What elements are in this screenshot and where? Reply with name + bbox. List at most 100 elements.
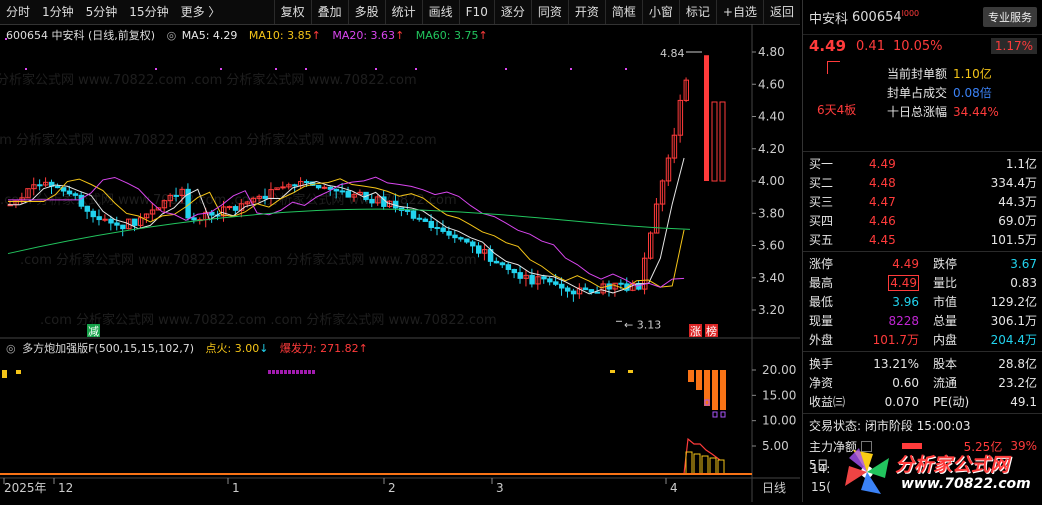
candle-body [115, 223, 119, 225]
candle-body [103, 219, 107, 220]
indicator-bar [710, 458, 716, 474]
stock-name: 中安科 [809, 8, 848, 27]
dianhuo-label: 点火: 3.00↓ [206, 342, 269, 355]
candle-body [571, 291, 575, 294]
indicator-tick-label: 20.00 [762, 363, 796, 377]
candle-body [411, 211, 415, 218]
signal-dot [625, 68, 627, 70]
candle-body [554, 282, 558, 284]
ma60-line [8, 209, 690, 253]
tool-button-10[interactable]: 小窗 [642, 0, 679, 24]
candle-body [346, 191, 350, 197]
indicator-bar [312, 370, 315, 374]
indicator-bar [268, 370, 271, 374]
candle-body [712, 102, 717, 181]
xaxis-label: 2 [388, 481, 396, 495]
tool-button-13[interactable]: 返回 [763, 0, 800, 24]
candle-body [340, 191, 344, 192]
period-tab-4[interactable]: 更多 〉 [175, 0, 227, 24]
xaxis-label: 4 [670, 481, 678, 495]
bid-book: 买一 4.49 1.1亿 买二 4.48 334.4万 买三 4.47 44.3万 买四 4.46 6… [803, 151, 1042, 249]
candle-body [583, 288, 587, 290]
indicator-bar [686, 452, 692, 474]
candle-body [316, 185, 320, 187]
seal-info-row: 当前封单额 1.10亿 [887, 65, 999, 84]
watermark: .com 分析家公式网 www.70822.com .com 分析家公式网 ww… [0, 132, 437, 148]
candle-body [73, 194, 77, 196]
candle-body [704, 55, 709, 181]
tool-button-3[interactable]: 统计 [385, 0, 422, 24]
price-tick-label: 4.40 [758, 110, 785, 124]
tool-button-1[interactable]: 叠加 [311, 0, 348, 24]
indicator-bar [308, 370, 311, 374]
tool-button-8[interactable]: 开资 [568, 0, 605, 24]
candle-body [55, 186, 59, 187]
marker-zhang: 涨 [690, 325, 701, 338]
tool-button-12[interactable]: +自选 [716, 0, 763, 24]
indicator-bar [720, 370, 726, 410]
tool-button-9[interactable]: 简框 [605, 0, 642, 24]
stat-row: 涨停 4.49 跌停 3.67 [803, 254, 1042, 273]
indicator-bar [696, 370, 702, 390]
pro-service-button[interactable]: 专业服务 [983, 7, 1037, 27]
candle-body [542, 277, 546, 279]
candle-body [518, 273, 522, 279]
stock-code: 600654 [852, 10, 902, 25]
chart-canvas: 4.80 4.60 4.40 4.20 4.00 3.80 3.60 3.40 3.20 .com… [0, 24, 800, 502]
candle-body [109, 219, 113, 223]
price-tick-label: 3.60 [758, 239, 785, 253]
candle-body [263, 196, 267, 198]
bid-row[interactable]: 买一 4.49 1.1亿 [803, 154, 1042, 173]
tool-button-2[interactable]: 多股 [348, 0, 385, 24]
indicator-tick-label: 15.00 [762, 388, 796, 402]
candle-body [423, 219, 427, 221]
candle-body [91, 211, 95, 216]
indicator-bar [702, 456, 708, 474]
bid-row[interactable]: 买二 4.48 334.4万 [803, 173, 1042, 192]
candle-body [405, 210, 409, 211]
baofa-label: 爆发力: 271.82↑ [280, 342, 368, 355]
ma-circle-icon[interactable]: ◎ [167, 29, 177, 42]
indicator-name[interactable]: 多方炮加强版F(500,15,15,102,7) [22, 342, 194, 355]
bid-row[interactable]: 买四 4.46 69.0万 [803, 211, 1042, 230]
indicator-bar [284, 370, 287, 374]
period-tab-1[interactable]: 1分钟 [36, 0, 80, 24]
indicator-bar [694, 454, 700, 474]
bid-row[interactable]: 买三 4.47 44.3万 [803, 192, 1042, 211]
price-row: 4.49 0.41 10.05% 1.17% [803, 35, 1042, 57]
candle-body [471, 242, 475, 246]
tool-button-4[interactable]: 画线 [422, 0, 459, 24]
candle-body [67, 191, 71, 194]
tool-button-5[interactable]: F10 [459, 0, 494, 24]
seal-info-row: 十日总涨幅 34.44% [887, 103, 999, 122]
ma60-label: MA60: 3.75↑ [416, 29, 488, 42]
indicator-bar [292, 370, 295, 374]
indicator-bar [296, 370, 299, 374]
indicator-bar [288, 370, 291, 374]
stats-block: 涨停 4.49 跌停 3.67 最高 4.49 量比 0.83 最低 3.96 市值 129.2亿 现量… [803, 251, 1042, 349]
stats-block-2: 换手 13.21% 股本 28.8亿 净资 0.60 流通 23.2亿 收益㈢ 0.070 PE(动… [803, 351, 1042, 411]
marker-jian: 减 [88, 325, 99, 338]
period-tab-3[interactable]: 15分钟 [123, 0, 174, 24]
indicator-bar [16, 370, 21, 374]
tool-button-0[interactable]: 复权 [274, 0, 311, 24]
stat-row: 最低 3.96 市值 129.2亿 [803, 292, 1042, 311]
candle-body [453, 235, 457, 238]
candle-body [227, 207, 231, 208]
watermark: .com 分析家公式网 www.70822.com .com 分析家公式网 ww… [0, 72, 417, 88]
indicator-bar [2, 370, 7, 378]
price-tick-label: 3.80 [758, 206, 785, 220]
price-tick-label: 4.20 [758, 142, 785, 156]
indicator-collapse-icon[interactable]: ◎ [6, 342, 16, 355]
indicator-bar [610, 370, 615, 373]
indicator-bar [712, 370, 718, 410]
ma5-label: MA5: 4.29 [182, 29, 238, 42]
tool-button-6[interactable]: 逐分 [494, 0, 531, 24]
bid-row[interactable]: 买五 4.45 101.5万 [803, 230, 1042, 249]
kline-chart[interactable]: 4.80 4.60 4.40 4.20 4.00 3.80 3.60 3.40 3.20 .com… [0, 24, 800, 502]
tool-button-7[interactable]: 同资 [531, 0, 568, 24]
tool-button-11[interactable]: 标记 [679, 0, 716, 24]
period-tab-0[interactable]: 分时 [0, 0, 36, 24]
period-tab-2[interactable]: 5分钟 [80, 0, 124, 24]
stat-row: 收益㈢ 0.070 PE(动) 49.1 [803, 392, 1042, 411]
